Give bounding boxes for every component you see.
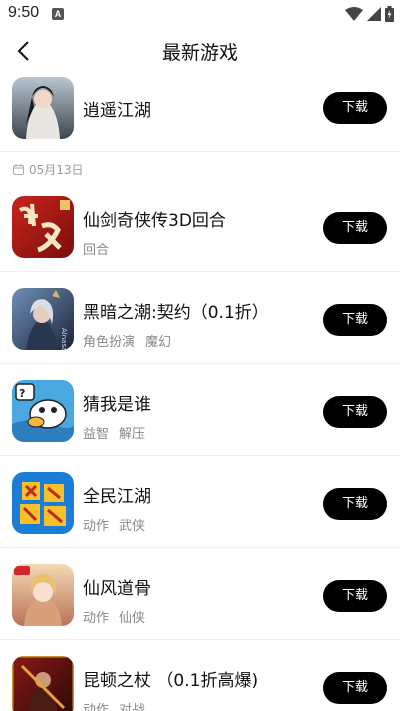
tag: 回合 xyxy=(83,243,110,258)
download-button[interactable]: 下载 xyxy=(323,92,387,124)
game-name: 全民江湖 xyxy=(83,487,151,507)
xiaoyao-jianghu-icon xyxy=(12,77,74,139)
tag: 魔幻 xyxy=(145,335,172,350)
game-name: 仙风道骨 xyxy=(83,579,151,599)
tag: 解压 xyxy=(119,427,146,442)
list-item[interactable]: 仙剑奇侠传3D回合 回合 下载 xyxy=(0,180,400,272)
signal-icon xyxy=(367,7,381,21)
guess-who-icon: ? xyxy=(12,380,74,442)
tag: 动作 xyxy=(83,611,110,626)
battery-icon xyxy=(385,6,394,22)
download-button[interactable]: 下载 xyxy=(323,396,387,428)
status-time: 9:50 xyxy=(8,4,40,21)
xianjian-icon xyxy=(12,196,74,258)
game-name: 黑暗之潮:契约（0.1折） xyxy=(83,303,269,323)
quanmin-jianghu-icon xyxy=(12,472,74,534)
game-name: 仙剑奇侠传3D回合 xyxy=(83,211,226,231)
svg-text:?: ? xyxy=(19,387,25,400)
tag: 武侠 xyxy=(119,519,146,534)
notification-icon: A xyxy=(52,8,64,20)
tag: 对战 xyxy=(119,703,146,711)
game-name: 逍遥江湖 xyxy=(83,101,151,121)
kundun-staff-icon xyxy=(12,656,74,711)
tag: 动作 xyxy=(83,703,110,711)
status-icons xyxy=(345,5,394,23)
dark-tide-icon: Alnasa xyxy=(12,288,74,350)
game-tags: 角色扮演 魔幻 xyxy=(83,331,181,350)
tag: 角色扮演 xyxy=(83,335,136,350)
game-name: 猜我是谁 xyxy=(83,395,151,415)
tag: 仙侠 xyxy=(119,611,146,626)
game-tags: 回合 xyxy=(83,239,119,258)
calendar-icon xyxy=(13,163,24,175)
list-item[interactable]: 全民江湖 动作 武侠 下载 xyxy=(0,456,400,548)
date-label: 05月13日 xyxy=(29,162,84,177)
status-bar: 9:50 A xyxy=(0,0,400,28)
download-button[interactable]: 下载 xyxy=(323,212,387,244)
list-item[interactable]: 昆顿之杖 （0.1折高爆) 动作 对战 下载 xyxy=(0,640,400,711)
list-item[interactable]: Alnasa 黑暗之潮:契约（0.1折） 角色扮演 魔幻 下载 xyxy=(0,272,400,364)
date-separator: 05月13日 xyxy=(0,158,400,180)
xianfeng-daogu-icon xyxy=(12,564,74,626)
game-tags: 益智 解压 xyxy=(83,423,155,442)
game-tags: 动作 对战 xyxy=(83,699,155,711)
game-tags: 动作 武侠 xyxy=(83,515,155,534)
list-item[interactable]: ? 猜我是谁 益智 解压 下载 xyxy=(0,364,400,456)
game-tags: 动作 仙侠 xyxy=(83,607,155,626)
game-name: 昆顿之杖 （0.1折高爆) xyxy=(83,671,259,691)
wifi-icon xyxy=(345,7,363,21)
download-button[interactable]: 下载 xyxy=(323,672,387,704)
svg-text:Alnasa: Alnasa xyxy=(60,328,68,350)
download-button[interactable]: 下载 xyxy=(323,304,387,336)
tag: 动作 xyxy=(83,519,110,534)
download-button[interactable]: 下载 xyxy=(323,580,387,612)
list-item[interactable]: 仙风道骨 动作 仙侠 下载 xyxy=(0,548,400,640)
tag: 益智 xyxy=(83,427,110,442)
list-item[interactable]: 逍遥江湖 下载 xyxy=(0,72,400,152)
game-list: 逍遥江湖 下载 05月13日 仙剑奇侠传3D回合 回合 下载 Alnasa 黑暗… xyxy=(0,72,400,711)
download-button[interactable]: 下载 xyxy=(323,488,387,520)
page-title: 最新游戏 xyxy=(161,42,238,64)
app-header: 最新游戏 xyxy=(0,28,400,72)
